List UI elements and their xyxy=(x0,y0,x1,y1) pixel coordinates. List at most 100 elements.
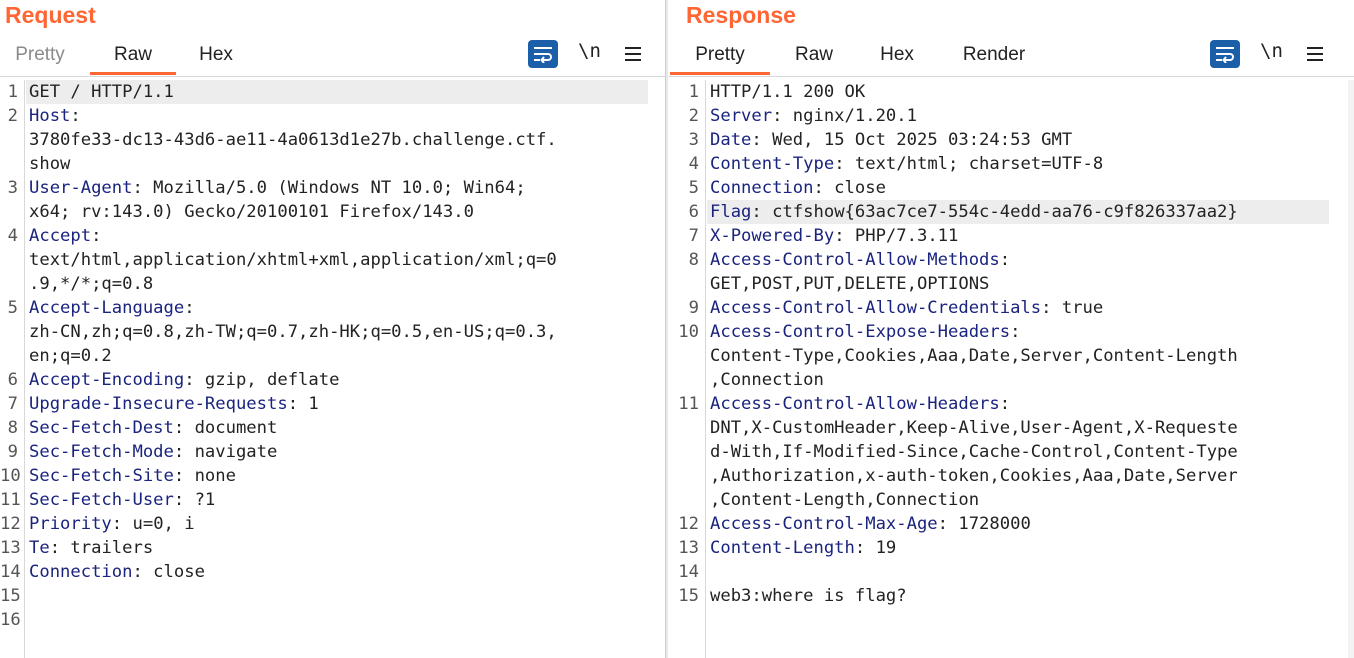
header-name: Access-Control-Allow-Credentials xyxy=(710,298,1042,318)
request-menu-button[interactable] xyxy=(618,40,648,68)
header-name: Te xyxy=(29,538,50,558)
header-value: : text/html; charset=UTF-8 xyxy=(834,154,1104,174)
header-value: : ?1 xyxy=(173,490,216,510)
header-value: x64; rv:143.0) Gecko/20100101 Firefox/14… xyxy=(29,202,474,222)
header-value: : 1 xyxy=(287,394,319,414)
code-line: Access-Control-Allow-Headers: xyxy=(710,392,1010,416)
code-line: Connection: close xyxy=(29,560,205,584)
code-line: .9,*/*;q=0.8 xyxy=(29,272,153,296)
response-newline-toggle[interactable]: \n xyxy=(1260,40,1283,62)
hamburger-menu-icon xyxy=(1307,47,1323,61)
code-line: text/html,application/xhtml+xml,applicat… xyxy=(29,248,557,272)
header-value: : xyxy=(91,226,102,246)
request-pane: Request Pretty Raw Hex \n GET / HTTP/1.1… xyxy=(0,0,665,658)
line-number: 12 xyxy=(0,514,21,534)
code-line: Access-Control-Allow-Credentials: true xyxy=(710,296,1103,320)
header-value: : true xyxy=(1041,298,1104,318)
header-name: Sec-Fetch-Dest xyxy=(29,418,174,438)
header-value: : 1728000 xyxy=(937,514,1031,534)
code-line: x64; rv:143.0) Gecko/20100101 Firefox/14… xyxy=(29,200,474,224)
header-value: ,Connection xyxy=(710,370,824,390)
code-line: en;q=0.2 xyxy=(29,344,112,368)
header-name: Accept-Encoding xyxy=(29,370,185,390)
response-wrap-lines-button[interactable] xyxy=(1210,40,1240,68)
header-value: Content-Type,Cookies,Aaa,Date,Server,Con… xyxy=(710,346,1238,366)
request-tab-pretty[interactable]: Pretty xyxy=(5,36,75,74)
header-name: Upgrade-Insecure-Requests xyxy=(29,394,288,414)
line-number: 4 xyxy=(7,226,18,246)
code-line: ,Authorization,x-auth-token,Cookies,Aaa,… xyxy=(710,464,1238,488)
request-tab-hex[interactable]: Hex xyxy=(190,36,242,74)
code-line: Content-Type,Cookies,Aaa,Date,Server,Con… xyxy=(710,344,1238,368)
line-number: 11 xyxy=(678,394,699,414)
hamburger-menu-icon xyxy=(625,47,641,61)
line-number: 10 xyxy=(678,322,699,342)
code-line: Flag: ctfshow{63ac7ce7-554c-4edd-aa76-c9… xyxy=(710,200,1238,224)
code-line: Access-Control-Allow-Methods: xyxy=(710,248,1010,272)
header-value: : xyxy=(70,106,81,126)
code-line: 3780fe33-dc13-43d6-ae11-4a0613d1e27b.cha… xyxy=(29,128,557,152)
response-tab-hex[interactable]: Hex xyxy=(872,36,922,74)
header-name: Accept xyxy=(29,226,92,246)
code-line: web3:where is flag? xyxy=(710,584,907,608)
header-name: Flag xyxy=(710,202,752,222)
code-line: Accept-Encoding: gzip, deflate xyxy=(29,368,339,392)
line-number: 16 xyxy=(0,610,21,630)
request-editor[interactable]: GET / HTTP/1.1 Host: 3780fe33-dc13-43d6-ae… xyxy=(0,80,665,658)
header-name: Date xyxy=(710,130,752,150)
line-number: 11 xyxy=(0,490,21,510)
request-newline-toggle[interactable]: \n xyxy=(578,40,601,62)
code-line: GET / HTTP/1.1 xyxy=(29,80,174,104)
response-editor[interactable]: HTTP/1.1 200 OK Server: nginx/1.20.1 Date:… xyxy=(668,80,1354,658)
header-name: Access-Control-Allow-Methods xyxy=(710,250,1000,270)
header-value: GET,POST,PUT,DELETE,OPTIONS xyxy=(710,274,990,294)
response-tab-pretty[interactable]: Pretty xyxy=(670,36,770,75)
header-value: HTTP/1.1 200 OK xyxy=(710,82,866,102)
header-value: : document xyxy=(173,418,278,438)
code-line: X-Powered-By: PHP/7.3.11 xyxy=(710,224,958,248)
line-number: 5 xyxy=(7,298,18,318)
header-value: : gzip, deflate xyxy=(184,370,340,390)
code-line: Content-Type: text/html; charset=UTF-8 xyxy=(710,152,1103,176)
code-line: Sec-Fetch-User: ?1 xyxy=(29,488,215,512)
header-name: X-Powered-By xyxy=(710,226,835,246)
header-value: ,Authorization,x-auth-token,Cookies,Aaa,… xyxy=(710,466,1238,486)
header-name: Server xyxy=(710,106,773,126)
line-number: 3 xyxy=(688,130,699,150)
header-name: Sec-Fetch-User xyxy=(29,490,174,510)
header-value: : trailers xyxy=(49,538,154,558)
line-number: 13 xyxy=(0,538,21,558)
header-value: .9,*/*;q=0.8 xyxy=(29,274,154,294)
code-line: ,Content-Length,Connection xyxy=(710,488,979,512)
header-name: User-Agent xyxy=(29,178,133,198)
header-value: show xyxy=(29,154,71,174)
line-number: 1 xyxy=(7,82,18,102)
response-tab-raw[interactable]: Raw xyxy=(786,36,842,74)
line-number: 15 xyxy=(0,586,21,606)
code-line: DNT,X-CustomHeader,Keep-Alive,User-Agent… xyxy=(710,416,1238,440)
line-number: 14 xyxy=(0,562,21,582)
header-name: Host xyxy=(29,106,71,126)
header-value: : xyxy=(1010,322,1021,342)
header-name: Access-Control-Expose-Headers xyxy=(710,322,1011,342)
response-menu-button[interactable] xyxy=(1300,40,1330,68)
header-name: Access-Control-Allow-Headers xyxy=(710,394,1000,414)
response-scrollbar[interactable] xyxy=(1348,80,1354,658)
line-number: 3 xyxy=(7,178,18,198)
line-number: 13 xyxy=(678,538,699,558)
wrap-lines-icon xyxy=(1216,47,1234,63)
code-line: show xyxy=(29,152,70,176)
line-number: 9 xyxy=(7,442,18,462)
code-line: Sec-Fetch-Dest: document xyxy=(29,416,277,440)
header-value: : none xyxy=(173,466,236,486)
response-tab-render[interactable]: Render xyxy=(954,36,1034,74)
code-line: Connection: close xyxy=(710,176,886,200)
code-line: User-Agent: Mozilla/5.0 (Windows NT 10.0… xyxy=(29,176,526,200)
line-number: 8 xyxy=(7,418,18,438)
header-value: d-With,If-Modified-Since,Cache-Control,C… xyxy=(710,442,1238,462)
header-value: : nginx/1.20.1 xyxy=(772,106,917,126)
response-pane: Response Pretty Raw Hex Render \n HTTP/1… xyxy=(668,0,1354,658)
request-tab-raw[interactable]: Raw xyxy=(90,36,176,75)
header-name: Priority xyxy=(29,514,112,534)
request-wrap-lines-button[interactable] xyxy=(528,40,558,68)
